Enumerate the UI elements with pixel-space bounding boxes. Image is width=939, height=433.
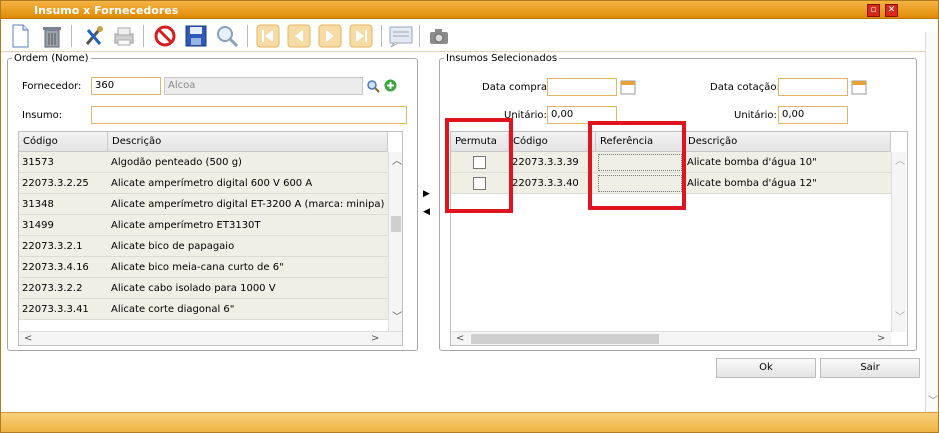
next-icon[interactable] [317,23,343,49]
last-icon[interactable] [348,23,374,49]
vertical-scrollbar[interactable]: ︿ ﹀ [388,152,402,332]
fornecedor-label: Fornecedor: [22,81,82,92]
data-cotacao-label: Data cotação: [710,82,780,93]
column-header-codigo[interactable]: Código [509,132,596,152]
cell-descricao: Alicate cabo isolado para 1000 V [111,283,276,294]
table-row[interactable]: 31348 Alicate amperímetro digital ET-3200… [19,194,388,215]
cell-codigo: 22073.3.4.16 [22,262,89,273]
cell-codigo: 22073.3.3.41 [22,304,89,315]
cell-descricao: Alicate amperímetro digital ET-3200 A (m… [111,199,385,210]
insumo-label: Insumo: [22,110,63,121]
cell-descricao: Alicate bico meia-cana curto de 6" [111,262,284,273]
horizontal-scrollbar[interactable]: < > [19,331,402,345]
table-row[interactable]: 22073.3.3.41 Alicate corte diagonal 6" [19,299,388,320]
table-row[interactable]: 31573 Algodão penteado (500 g) [19,152,388,173]
notes-icon[interactable] [388,23,414,49]
table-row[interactable]: 22073.3.2.25 Alicate amperímetro digital … [19,173,388,194]
camera-icon[interactable] [426,23,452,49]
cell-codigo: 31499 [22,220,54,231]
data-compra-input[interactable] [547,78,617,96]
insumo-input[interactable] [91,106,407,124]
cell-codigo: 22073.3.3.40 [512,178,579,189]
cell-descricao: Alicate bomba d'água 10" [687,157,817,168]
title-bar: Insumo x Fornecedores ▫ ✕ [1,1,938,19]
table-row[interactable]: 22073.3.2.1 Alicate bico de papagaio [19,236,388,257]
scroll-left-icon[interactable]: < [24,333,32,345]
search-icon[interactable] [366,79,380,96]
scroll-right-icon[interactable]: > [371,333,379,345]
column-header-codigo[interactable]: Código [19,132,108,152]
column-header-descricao[interactable]: Descrição [108,132,388,152]
selecionados-legend: Insumos Selecionados [446,53,558,64]
save-icon[interactable] [183,23,209,49]
cell-codigo: 31573 [22,157,54,168]
add-icon[interactable] [384,79,397,95]
fornecedor-name-field: Alcoa [164,77,363,95]
cell-descricao: Alicate bomba d'água 12" [687,178,817,189]
printer-icon[interactable] [111,23,137,49]
cell-codigo: 22073.3.3.39 [512,157,579,168]
cancel-icon[interactable] [152,23,178,49]
move-left-icon[interactable]: ◀ [423,207,430,217]
calendar-icon[interactable] [851,79,867,98]
insumo-grid: Código Descrição 31573 Algodão penteado (… [18,131,403,346]
ok-button[interactable]: Ok [716,358,816,378]
unitario-label-right: Unitário: [734,110,777,121]
vertical-scrollbar[interactable]: ︿ ﹀ [891,152,906,332]
scroll-down-icon[interactable]: ﹀ [895,312,905,324]
main-window: Insumo x Fornecedores ▫ ✕ Ordem (Nome) F… [0,0,939,433]
close-icon[interactable]: ✕ [885,4,898,17]
tools-icon[interactable] [81,23,107,49]
data-compra-label: Data compra: [482,82,551,93]
previous-icon[interactable] [286,23,312,49]
highlight-box-permuta [445,118,513,213]
sair-button[interactable]: Sair [820,358,920,378]
cell-descricao: Alicate bico de papagaio [111,241,235,252]
scroll-down-icon[interactable]: ﹀ [928,396,938,408]
window-title: Insumo x Fornecedores [34,4,179,17]
ordem-fieldset: Ordem (Nome) Fornecedor: 360 Alcoa Insum… [7,53,418,351]
footer-bar [1,412,938,432]
calendar-icon[interactable] [620,79,636,98]
highlight-box-referencia [588,121,686,210]
cell-descricao: Alicate corte diagonal 6" [111,304,235,315]
scroll-up-icon[interactable]: ︿ [895,156,905,168]
table-row[interactable]: 31499 Alicate amperímetro ET3130T [19,215,388,236]
trash-icon[interactable] [39,23,65,49]
new-document-icon[interactable] [7,23,33,49]
cell-codigo: 22073.3.2.2 [22,283,83,294]
scroll-right-icon[interactable]: > [877,333,885,345]
scroll-thumb[interactable] [391,216,401,232]
table-row[interactable]: 22073.3.4.16 Alicate bico meia-cana curto… [19,257,388,278]
first-icon[interactable] [255,23,281,49]
search-icon[interactable] [214,23,240,49]
data-cotacao-input[interactable] [778,78,848,96]
column-header-descricao[interactable]: Descrição [684,132,891,152]
window-scrollbar[interactable]: ﹀ [925,32,938,412]
table-row[interactable]: 22073.3.2.2 Alicate cabo isolado para 100… [19,278,388,299]
unitario-input-right[interactable]: 0,00 [778,106,848,124]
ordem-legend: Ordem (Nome) [14,53,89,64]
cell-descricao: Algodão penteado (500 g) [111,157,242,168]
cell-codigo: 22073.3.2.1 [22,241,83,252]
content-area: Ordem (Nome) Fornecedor: 360 Alcoa Insum… [1,52,938,412]
scroll-left-icon[interactable]: < [456,333,464,345]
cell-descricao: Alicate amperímetro digital 600 V 600 A [111,178,313,189]
cell-codigo: 22073.3.2.25 [22,178,89,189]
maximize-icon[interactable]: ▫ [867,4,880,17]
cell-descricao: Alicate amperímetro ET3130T [111,220,261,231]
fornecedor-code-input[interactable]: 360 [91,77,161,95]
scroll-up-icon[interactable]: ︿ [392,156,402,168]
cell-codigo: 31348 [22,199,54,210]
toolbar [1,20,938,52]
horizontal-scrollbar[interactable]: < > [451,331,891,345]
scroll-thumb[interactable] [471,334,659,344]
grid-header: Código Descrição [19,132,388,152]
move-right-icon[interactable]: ▶ [423,189,430,199]
scroll-down-icon[interactable]: ﹀ [392,312,402,324]
